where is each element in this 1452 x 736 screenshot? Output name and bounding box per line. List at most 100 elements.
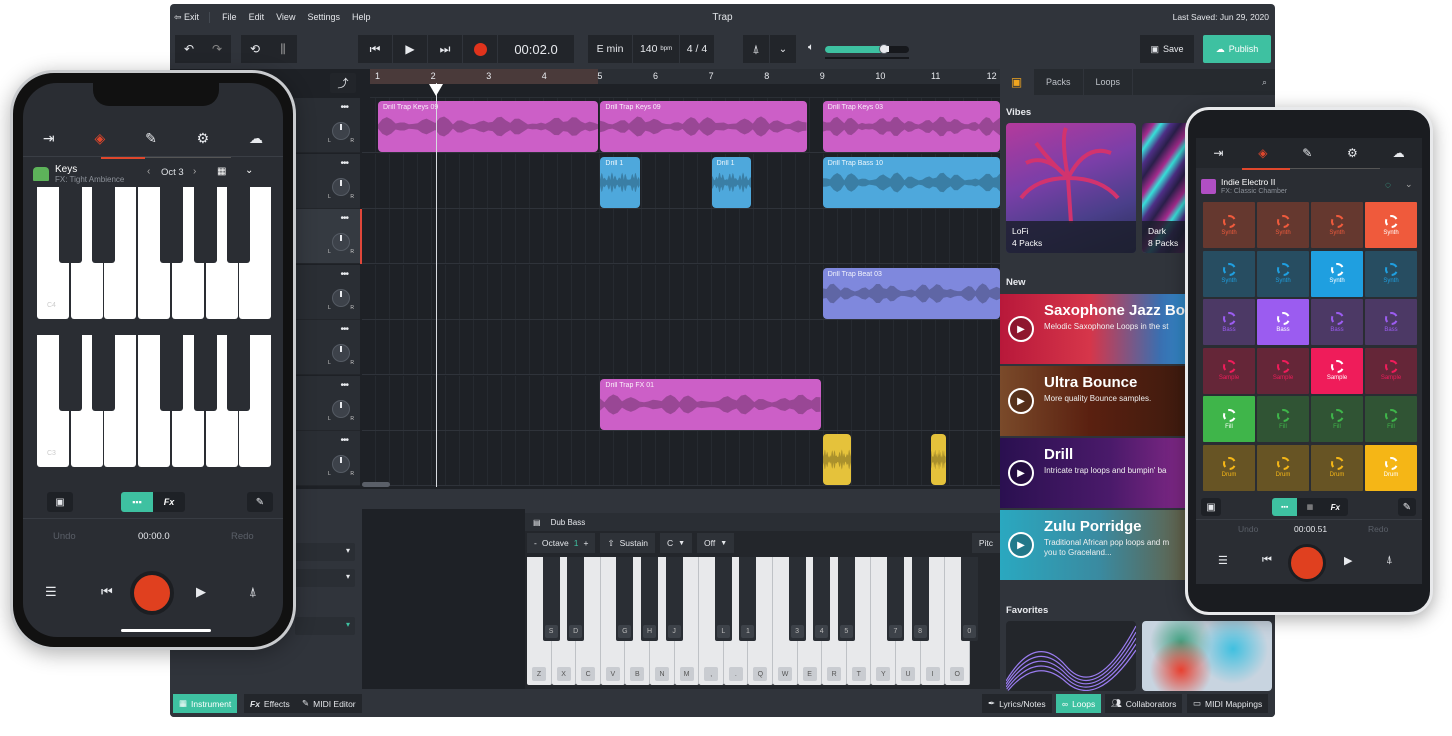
sequencer-view-button[interactable]: ▦ xyxy=(1297,498,1323,516)
piano-black-key[interactable] xyxy=(92,187,116,263)
pan-knob[interactable]: LR xyxy=(328,344,354,366)
mixer-icon[interactable]: ☰ xyxy=(45,584,57,600)
drum-pad[interactable]: Sample xyxy=(1311,347,1363,394)
drum-pad[interactable]: Drum xyxy=(1257,444,1309,491)
piano-black-key[interactable] xyxy=(227,187,251,263)
track-lane[interactable]: Drill Trap FX 01 xyxy=(362,375,1000,431)
drum-pad[interactable]: Sample xyxy=(1257,347,1309,394)
new-item-drill[interactable]: ▶ Drill Intricate trap loops and bumpin'… xyxy=(1000,438,1200,508)
track-lane[interactable]: Drill 1 Drill 1 Drill Trap Bass 10 xyxy=(362,153,1000,209)
chevron-down-icon[interactable]: ⌄ xyxy=(245,165,253,176)
tab-effects[interactable]: Fx Effects xyxy=(244,694,296,713)
metronome-options-button[interactable]: ⌄ xyxy=(770,35,796,63)
drum-pad[interactable]: Bass xyxy=(1257,299,1309,345)
track-lane[interactable] xyxy=(362,209,1000,264)
drum-pad[interactable]: Synth xyxy=(1311,250,1363,297)
pan-knob[interactable]: LR xyxy=(328,233,354,255)
pitch-control[interactable]: Pitc xyxy=(971,533,1000,553)
piano-black-key[interactable] xyxy=(92,335,116,411)
record-button[interactable] xyxy=(130,571,174,615)
drum-pad[interactable]: Synth xyxy=(1365,202,1417,248)
drum-pad[interactable]: Bass xyxy=(1203,299,1255,345)
sustain-button[interactable]: ⇧ Sustain xyxy=(600,533,655,553)
track-lane[interactable] xyxy=(362,320,1000,375)
skip-forward-button[interactable]: ⏭ xyxy=(428,35,462,63)
drum-pad[interactable]: Synth xyxy=(1311,202,1363,248)
cloud-upload-icon[interactable]: ☁ xyxy=(1393,146,1405,160)
favorite-card-1[interactable] xyxy=(1006,621,1136,691)
audio-clip[interactable] xyxy=(931,434,946,485)
split-button[interactable]: ⫼ xyxy=(269,35,297,63)
new-item-saxophone[interactable]: ▶ Saxophone Jazz Bop Melodic Saxophone L… xyxy=(1000,294,1200,364)
piano-black-key[interactable]: S xyxy=(542,557,560,641)
piano-black-key[interactable]: 3 xyxy=(788,557,806,641)
cloud-upload-icon[interactable]: ☁ xyxy=(249,130,263,147)
publish-button[interactable]: ☁ Publish xyxy=(1203,35,1271,63)
drum-pad[interactable]: Sample xyxy=(1203,347,1255,394)
redo-button[interactable]: Redo xyxy=(231,531,254,542)
tab-loops-browser[interactable]: Loops xyxy=(1084,69,1134,95)
search-button[interactable]: ⌕ xyxy=(1254,69,1275,95)
track-lane[interactable]: Drill Trap Keys 09 Drill Trap Keys 09 Dril… xyxy=(362,98,1000,153)
piano-black-key[interactable]: D xyxy=(567,557,585,641)
piano-black-key[interactable] xyxy=(193,187,217,263)
record-button[interactable] xyxy=(463,35,497,63)
tab-loops[interactable]: ∞ Loops xyxy=(1056,694,1102,713)
drum-pad[interactable]: Fill xyxy=(1311,396,1363,442)
instrument-dropdown-1[interactable] xyxy=(295,543,355,561)
undo-button[interactable]: ↶ xyxy=(175,35,203,63)
piano-black-key[interactable] xyxy=(227,335,251,411)
loops-button[interactable]: ▣ xyxy=(1201,498,1221,516)
metronome-icon[interactable]: ⍋ xyxy=(249,584,257,600)
play-icon[interactable]: ▶ xyxy=(1008,460,1034,486)
track-menu-icon[interactable]: ••• xyxy=(340,269,348,280)
grid-icon[interactable]: ▦ xyxy=(217,166,226,177)
mixer-icon[interactable]: ☰ xyxy=(1218,554,1228,567)
track-menu-icon[interactable]: ••• xyxy=(340,158,348,169)
menu-view[interactable]: View xyxy=(276,12,295,22)
vibe-card-lofi[interactable]: LoFi 4 Packs xyxy=(1006,123,1136,253)
track-header[interactable]: ••• L R xyxy=(294,209,360,264)
timeline-ruler[interactable]: 1 2 3 4 5 6 7 8 9 10 11 12 xyxy=(370,69,1000,84)
skip-back-icon[interactable]: ⏮ xyxy=(1262,554,1272,567)
save-button[interactable]: ▣ Save xyxy=(1140,35,1194,63)
chevron-down-icon[interactable]: ⌄ xyxy=(1405,179,1413,190)
tab-collaborators[interactable]: 👥︎ Collaborators xyxy=(1105,694,1183,713)
octave-up-button[interactable]: + xyxy=(584,538,589,548)
audio-clip[interactable]: Drill 1 xyxy=(600,156,641,208)
tab-instrument[interactable]: ▦ Instrument xyxy=(173,694,238,713)
track-header[interactable]: ••• L R xyxy=(294,98,360,153)
track-header[interactable]: ••• L R xyxy=(294,153,360,209)
drum-pad[interactable]: Bass xyxy=(1365,299,1417,345)
redo-button[interactable]: ↷ xyxy=(203,35,231,63)
volume-knob[interactable] xyxy=(878,44,889,54)
exit-icon[interactable]: ⇥ xyxy=(1213,146,1223,160)
edit-button[interactable]: ✎ xyxy=(1398,498,1416,516)
instrument-dropdown-3[interactable] xyxy=(295,617,355,635)
piano-black-key[interactable]: J xyxy=(665,557,683,641)
piano-black-key[interactable]: G xyxy=(616,557,634,641)
audio-clip[interactable]: Drill Trap Bass 10 xyxy=(822,156,1000,208)
octave-down-button[interactable]: - xyxy=(534,538,537,548)
piano-black-key[interactable]: L xyxy=(714,557,732,641)
piano-black-key[interactable] xyxy=(159,187,183,263)
piano-black-key[interactable]: 1 xyxy=(739,557,757,641)
drum-pad[interactable]: Synth xyxy=(1257,250,1309,297)
piano-black-key[interactable] xyxy=(159,335,183,411)
instrument-tab-icon[interactable]: ◈ xyxy=(1258,146,1267,160)
android-instrument-row[interactable]: Indie Electro II FX: Classic Chamber ◌ ⌄ xyxy=(1201,176,1419,200)
menu-file[interactable]: File xyxy=(222,12,237,22)
piano-black-key[interactable]: 7 xyxy=(887,557,904,641)
automation-button[interactable]: ⤴ xyxy=(330,73,356,93)
menu-exit[interactable]: ⇦ Exit xyxy=(174,11,211,23)
track-lane[interactable] xyxy=(362,431,1000,486)
piano-black-key[interactable]: 0 xyxy=(960,557,978,641)
skip-back-button[interactable]: ⏮ xyxy=(358,35,392,63)
audio-clip[interactable]: Drill Trap Keys 03 xyxy=(822,101,1000,152)
piano-black-key[interactable] xyxy=(58,335,82,411)
menu-edit[interactable]: Edit xyxy=(249,12,265,22)
drum-pad[interactable]: Drum xyxy=(1203,444,1255,491)
piano-black-key[interactable] xyxy=(193,335,217,411)
drum-pad[interactable]: Bass xyxy=(1311,299,1363,345)
audio-clip[interactable]: Drill Trap Keys 09 xyxy=(378,101,599,152)
